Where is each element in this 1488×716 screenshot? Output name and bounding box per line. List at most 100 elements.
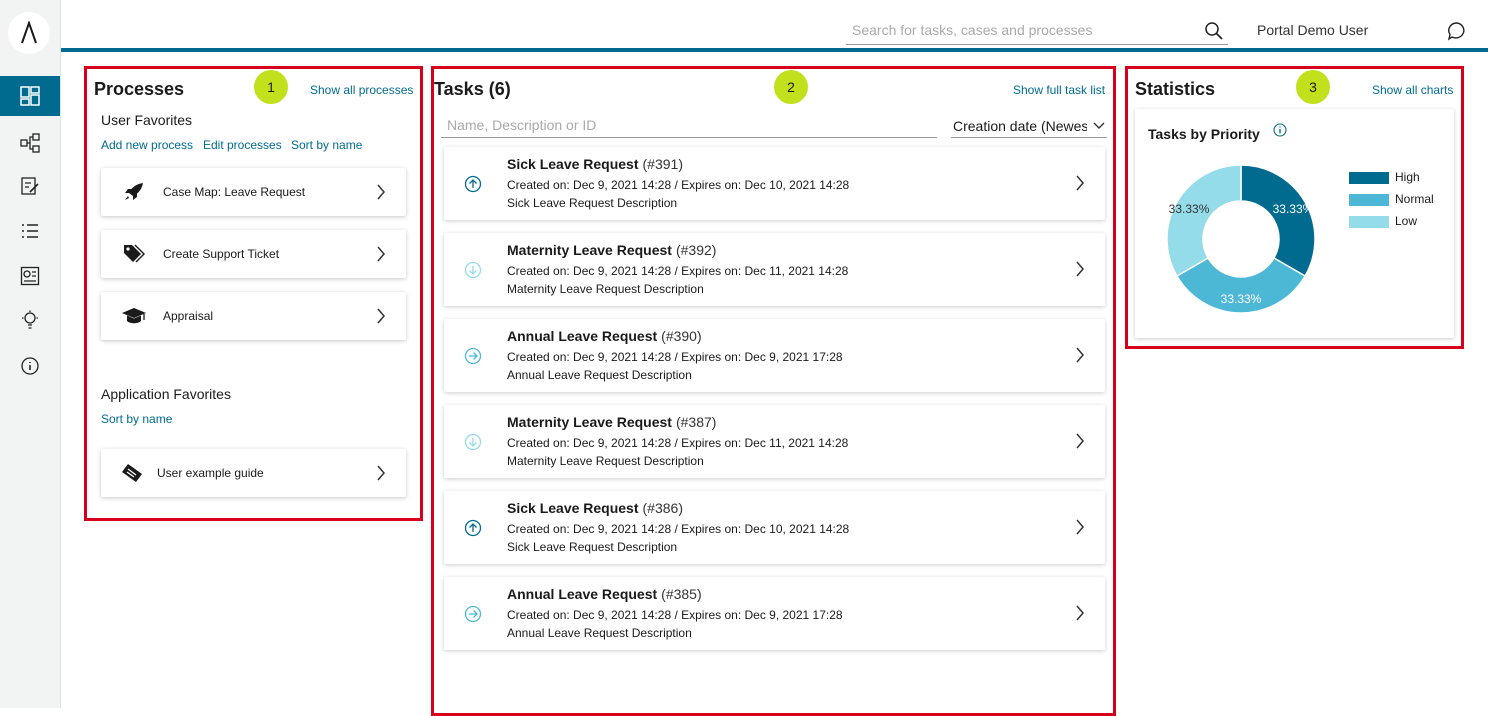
ticket-icon xyxy=(122,464,142,482)
task-title: Sick Leave Request (#391) xyxy=(507,156,683,172)
priority-high-icon xyxy=(464,175,482,193)
pie-label-normal: 33.33% xyxy=(1221,292,1262,306)
logo-icon xyxy=(21,21,37,44)
task-dates: Created on: Dec 9, 2021 14:28 / Expires … xyxy=(507,522,850,536)
search-icon[interactable] xyxy=(1204,21,1224,41)
chevron-right-icon xyxy=(377,246,385,262)
info-icon xyxy=(21,357,39,375)
add-new-process-link[interactable]: Add new process xyxy=(101,138,193,152)
tags-icon xyxy=(124,244,145,263)
chart-card-tasks-by-priority[interactable]: Tasks by Priority 33.33% 33.33% 33.33% Hig… xyxy=(1135,109,1454,338)
legend-swatch xyxy=(1349,216,1389,228)
sidebar xyxy=(0,0,61,708)
chevron-right-icon xyxy=(377,308,385,324)
tasks-title: Tasks (6) xyxy=(434,79,511,99)
idea-icon xyxy=(22,310,38,329)
sidebar-item-statistics[interactable] xyxy=(0,256,60,296)
task-description: Annual Leave Request Description xyxy=(507,368,692,382)
graduation-cap-icon xyxy=(122,308,146,324)
pie-label-high: 33.33% xyxy=(1273,202,1314,216)
priority-low-icon xyxy=(464,433,482,451)
dashboard-icon xyxy=(20,86,40,106)
sidebar-item-info[interactable] xyxy=(0,346,60,386)
donut-chart: 33.33% 33.33% 33.33% xyxy=(1166,164,1316,314)
sidebar-item-processes[interactable] xyxy=(0,123,60,163)
task-dates: Created on: Dec 9, 2021 14:28 / Expires … xyxy=(507,264,849,278)
chart-title: Tasks by Priority xyxy=(1148,126,1260,142)
task-dates: Created on: Dec 9, 2021 14:28 / Expires … xyxy=(507,608,843,622)
pie-slice-low[interactable] xyxy=(1166,164,1242,278)
task-dates: Created on: Dec 9, 2021 14:28 / Expires … xyxy=(507,436,849,450)
chevron-right-icon xyxy=(1076,175,1084,191)
process-card-appraisal[interactable]: Appraisal xyxy=(101,292,406,340)
processes-title: Processes xyxy=(94,79,185,99)
task-description: Maternity Leave Request Description xyxy=(507,454,704,468)
tasks-icon xyxy=(21,177,39,195)
process-card-support-ticket[interactable]: Create Support Ticket xyxy=(101,230,406,278)
chevron-right-icon xyxy=(1076,605,1084,621)
edit-processes-link[interactable]: Edit processes xyxy=(203,138,282,152)
task-title: Annual Leave Request (#390) xyxy=(507,328,702,344)
task-filter-input[interactable] xyxy=(441,114,937,136)
task-title: Annual Leave Request (#385) xyxy=(507,586,702,602)
statistics-icon xyxy=(20,266,40,286)
logo[interactable] xyxy=(8,12,50,54)
task-card[interactable]: Maternity Leave Request (#387) Created on… xyxy=(444,405,1105,478)
legend-label: Low xyxy=(1395,214,1418,228)
task-dates: Created on: Dec 9, 2021 14:28 / Expires … xyxy=(507,350,843,364)
info-icon[interactable] xyxy=(1273,123,1287,137)
annotation-badge-2: 2 xyxy=(774,70,808,104)
global-search xyxy=(846,17,1228,45)
task-description: Annual Leave Request Description xyxy=(507,626,692,640)
task-title: Maternity Leave Request (#387) xyxy=(507,414,717,430)
task-title: Sick Leave Request (#386) xyxy=(507,500,683,516)
chevron-right-icon xyxy=(1076,519,1084,535)
application-favorites-heading: Application Favorites xyxy=(101,386,231,402)
priority-normal-icon xyxy=(464,605,482,623)
pie-slice-high[interactable] xyxy=(1240,164,1316,278)
show-all-processes-link[interactable]: Show all processes xyxy=(310,83,413,97)
chat-icon[interactable] xyxy=(1447,21,1467,41)
show-all-charts-link[interactable]: Show all charts xyxy=(1372,83,1453,97)
process-label: Case Map: Leave Request xyxy=(163,185,306,199)
task-card[interactable]: Sick Leave Request (#386) Created on: Dec… xyxy=(444,491,1105,564)
process-label: Create Support Ticket xyxy=(163,247,280,261)
task-filter xyxy=(441,114,937,138)
task-card[interactable]: Annual Leave Request (#390) Created on: D… xyxy=(444,319,1105,392)
app-card-user-example-guide[interactable]: User example guide xyxy=(101,449,406,497)
sidebar-item-ideas[interactable] xyxy=(0,300,60,340)
chevron-right-icon xyxy=(1076,347,1084,363)
task-card[interactable]: Maternity Leave Request (#392) Created on… xyxy=(444,233,1105,306)
annotation-badge-1: 1 xyxy=(254,70,288,104)
show-full-task-list-link[interactable]: Show full task list xyxy=(1013,83,1105,97)
sidebar-item-tasks[interactable] xyxy=(0,166,60,206)
task-title: Maternity Leave Request (#392) xyxy=(507,242,717,258)
app-sort-by-name-link[interactable]: Sort by name xyxy=(101,412,172,426)
chevron-right-icon xyxy=(377,184,385,200)
priority-high-icon xyxy=(464,519,482,537)
sort-by-name-link[interactable]: Sort by name xyxy=(291,138,362,152)
search-input[interactable] xyxy=(846,17,1186,43)
chevron-right-icon xyxy=(1076,433,1084,449)
sidebar-item-dashboard[interactable] xyxy=(0,76,60,116)
annotation-badge-3: 3 xyxy=(1296,70,1330,104)
task-card[interactable]: Sick Leave Request (#391) Created on: Dec… xyxy=(444,147,1105,220)
app-label: User example guide xyxy=(157,466,264,480)
cases-icon xyxy=(22,224,38,238)
task-sort-select[interactable]: Creation date (Newest first) xyxy=(951,114,1107,138)
task-description: Maternity Leave Request Description xyxy=(507,282,704,296)
sidebar-item-cases[interactable] xyxy=(0,211,60,251)
process-label: Appraisal xyxy=(163,309,214,323)
legend-swatch xyxy=(1349,172,1389,184)
user-name[interactable]: Portal Demo User xyxy=(1257,22,1368,38)
pie-label-low: 33.33% xyxy=(1169,202,1210,216)
chevron-right-icon xyxy=(1076,261,1084,277)
task-card[interactable]: Annual Leave Request (#385) Created on: D… xyxy=(444,577,1105,650)
legend-label: High xyxy=(1395,170,1420,184)
legend-label: Normal xyxy=(1395,192,1434,206)
task-description: Sick Leave Request Description xyxy=(507,540,678,554)
chevron-down-icon xyxy=(1093,122,1105,129)
process-card-case-map[interactable]: Case Map: Leave Request xyxy=(101,168,406,216)
task-dates: Created on: Dec 9, 2021 14:28 / Expires … xyxy=(507,178,850,192)
task-description: Sick Leave Request Description xyxy=(507,196,678,210)
